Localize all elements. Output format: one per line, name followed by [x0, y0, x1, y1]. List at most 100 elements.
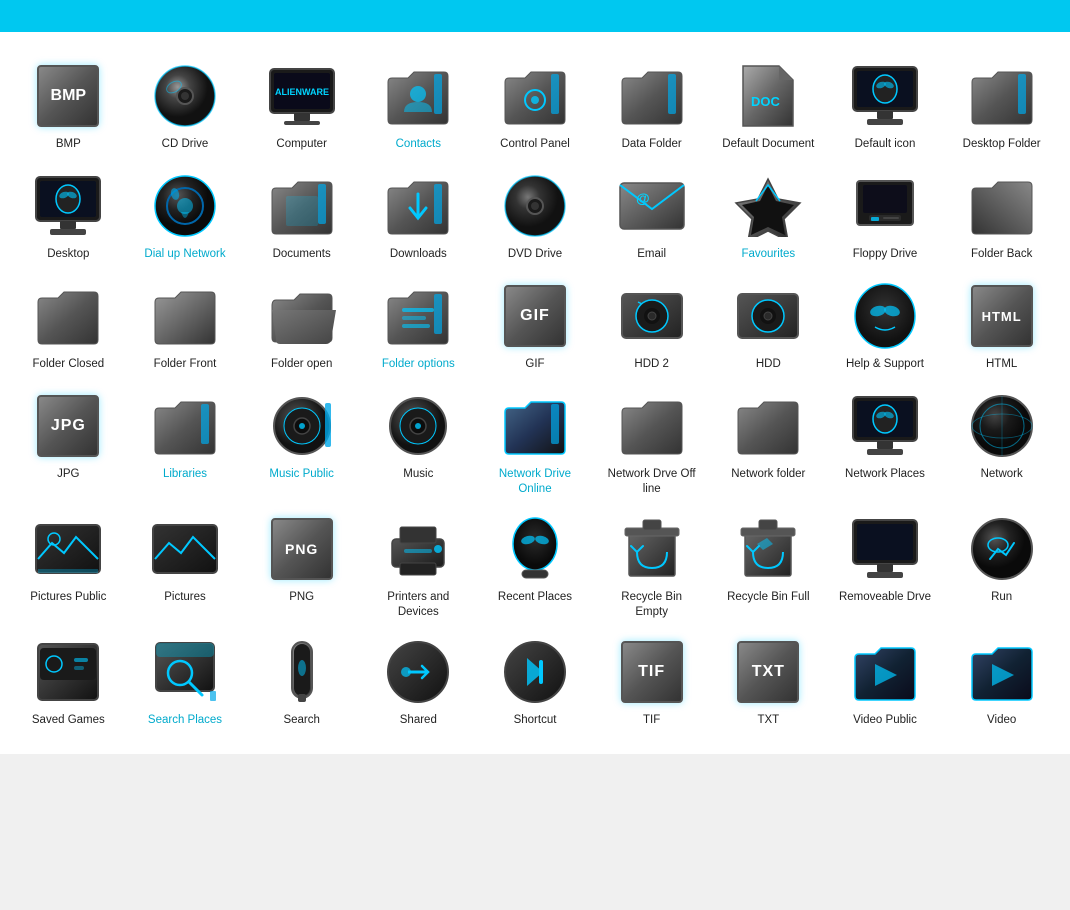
icon-item-png[interactable]: PNGPNG [243, 503, 360, 626]
icon-item-libraries[interactable]: Libraries [127, 380, 244, 503]
icon-item-documents[interactable]: Documents [243, 160, 360, 270]
icon-item-network[interactable]: Network [943, 380, 1060, 503]
icon-label-help-support: Help & Support [846, 357, 924, 372]
icon-item-folder-front[interactable]: Folder Front [127, 270, 244, 380]
icon-item-shared[interactable]: Shared [360, 626, 477, 736]
icon-box-desktop [28, 170, 108, 242]
icon-item-folder-options[interactable]: Folder options [360, 270, 477, 380]
icon-label-search: Search [283, 713, 319, 728]
icon-item-dvd-drive[interactable]: DVD Drive [477, 160, 594, 270]
icon-item-control-panel[interactable]: Control Panel [477, 50, 594, 160]
icon-item-default-document[interactable]: DOCDefault Document [710, 50, 827, 160]
icon-item-data-folder[interactable]: Data Folder [593, 50, 710, 160]
icon-label-removeable-drive: Removeable Drve [839, 590, 931, 605]
icon-item-recycle-bin-full[interactable]: Recycle Bin Full [710, 503, 827, 626]
icon-item-computer[interactable]: ALIENWAREComputer [243, 50, 360, 160]
icon-label-control-panel: Control Panel [500, 137, 570, 152]
icon-item-removeable-drive[interactable]: Removeable Drve [827, 503, 944, 626]
icon-item-network-drive-online[interactable]: Network Drive Online [477, 380, 594, 503]
icon-label-video: Video [987, 713, 1016, 728]
icon-item-folder-open[interactable]: Folder open [243, 270, 360, 380]
icon-item-network-places[interactable]: Network Places [827, 380, 944, 503]
icon-item-video-public[interactable]: Video Public [827, 626, 944, 736]
icon-box-folder-closed [28, 280, 108, 352]
icon-item-shortcut[interactable]: Shortcut [477, 626, 594, 736]
icon-label-downloads: Downloads [390, 247, 447, 262]
icon-item-music-public[interactable]: Music Public [243, 380, 360, 503]
icon-item-video[interactable]: Video [943, 626, 1060, 736]
icon-item-cd-drive[interactable]: CD Drive [127, 50, 244, 160]
icon-box-documents [262, 170, 342, 242]
icon-item-folder-back[interactable]: Folder Back [943, 160, 1060, 270]
icon-label-folder-options: Folder options [382, 357, 455, 372]
icon-item-recent-places[interactable]: Recent Places [477, 503, 594, 626]
icon-box-default-icon [845, 60, 925, 132]
svg-text:ALIENWARE: ALIENWARE [275, 87, 329, 97]
icon-item-bmp[interactable]: BMPBMP [10, 50, 127, 160]
icon-item-gif[interactable]: GIFGIF [477, 270, 594, 380]
icon-item-desktop-folder[interactable]: Desktop Folder [943, 50, 1060, 160]
icon-box-folder-open [262, 280, 342, 352]
icon-label-dial-up-network: Dial up Network [144, 247, 225, 262]
icon-label-recent-places: Recent Places [498, 590, 572, 605]
icon-box-folder-front [145, 280, 225, 352]
icon-item-tif[interactable]: TIFTIF [593, 626, 710, 736]
icon-item-recycle-bin-empty[interactable]: Recycle Bin Empty [593, 503, 710, 626]
icon-label-email: Email [637, 247, 666, 262]
icon-label-search-places: Search Places [148, 713, 222, 728]
icon-label-favourites: Favourites [741, 247, 795, 262]
icon-label-recycle-bin-full: Recycle Bin Full [727, 590, 809, 605]
icon-label-pictures: Pictures [164, 590, 206, 605]
icon-label-tif: TIF [643, 713, 660, 728]
icon-item-network-folder[interactable]: Network folder [710, 380, 827, 503]
icon-label-png: PNG [289, 590, 314, 605]
icon-box-music [378, 390, 458, 462]
icon-box-html: HTML [962, 280, 1042, 352]
icon-box-hdd2 [612, 280, 692, 352]
icon-item-default-icon[interactable]: Default icon [827, 50, 944, 160]
icon-item-favourites[interactable]: Favourites [710, 160, 827, 270]
icon-item-search-places[interactable]: Search Places [127, 626, 244, 736]
icon-label-hdd2: HDD 2 [634, 357, 669, 372]
icon-item-jpg[interactable]: JPGJPG [10, 380, 127, 503]
icon-item-network-drive-offline[interactable]: Network Drve Off line [593, 380, 710, 503]
icon-item-dial-up-network[interactable]: Dial up Network [127, 160, 244, 270]
icon-item-hdd2[interactable]: HDD 2 [593, 270, 710, 380]
icon-item-saved-games[interactable]: Saved Games [10, 626, 127, 736]
icon-label-dvd-drive: DVD Drive [508, 247, 562, 262]
icon-box-libraries [145, 390, 225, 462]
icon-label-folder-front: Folder Front [154, 357, 217, 372]
icon-box-recycle-bin-empty [612, 513, 692, 585]
icon-item-pictures[interactable]: Pictures [127, 503, 244, 626]
icon-box-network-folder [728, 390, 808, 462]
icon-label-pictures-public: Pictures Public [30, 590, 106, 605]
icon-item-printers-devices[interactable]: Printers and Devices [360, 503, 477, 626]
icon-box-network-places [845, 390, 925, 462]
icon-item-folder-closed[interactable]: Folder Closed [10, 270, 127, 380]
icon-box-music-public [262, 390, 342, 462]
icon-box-hdd [728, 280, 808, 352]
icon-item-desktop[interactable]: Desktop [10, 160, 127, 270]
icon-item-html[interactable]: HTMLHTML [943, 270, 1060, 380]
icon-label-folder-back: Folder Back [971, 247, 1032, 262]
icon-item-email[interactable]: @ Email [593, 160, 710, 270]
icon-label-network-drive-offline: Network Drve Off line [604, 467, 699, 497]
icon-label-shared: Shared [400, 713, 437, 728]
icon-item-downloads[interactable]: Downloads [360, 160, 477, 270]
icon-item-contacts[interactable]: Contacts [360, 50, 477, 160]
icon-label-shortcut: Shortcut [514, 713, 557, 728]
icon-item-help-support[interactable]: Help & Support [827, 270, 944, 380]
icon-item-music[interactable]: Music [360, 380, 477, 503]
icon-item-hdd[interactable]: HDD [710, 270, 827, 380]
icon-label-network-drive-online: Network Drive Online [487, 467, 582, 497]
icon-item-run[interactable]: Run [943, 503, 1060, 626]
icon-item-pictures-public[interactable]: Pictures Public [10, 503, 127, 626]
icon-item-txt[interactable]: TXTTXT [710, 626, 827, 736]
icon-item-search[interactable]: Search [243, 626, 360, 736]
icon-box-shortcut [495, 636, 575, 708]
icon-label-contacts: Contacts [396, 137, 441, 152]
icon-label-printers-devices: Printers and Devices [371, 590, 466, 620]
icon-box-email: @ [612, 170, 692, 242]
icon-label-network: Network [981, 467, 1023, 482]
icon-item-floppy-drive[interactable]: Floppy Drive [827, 160, 944, 270]
